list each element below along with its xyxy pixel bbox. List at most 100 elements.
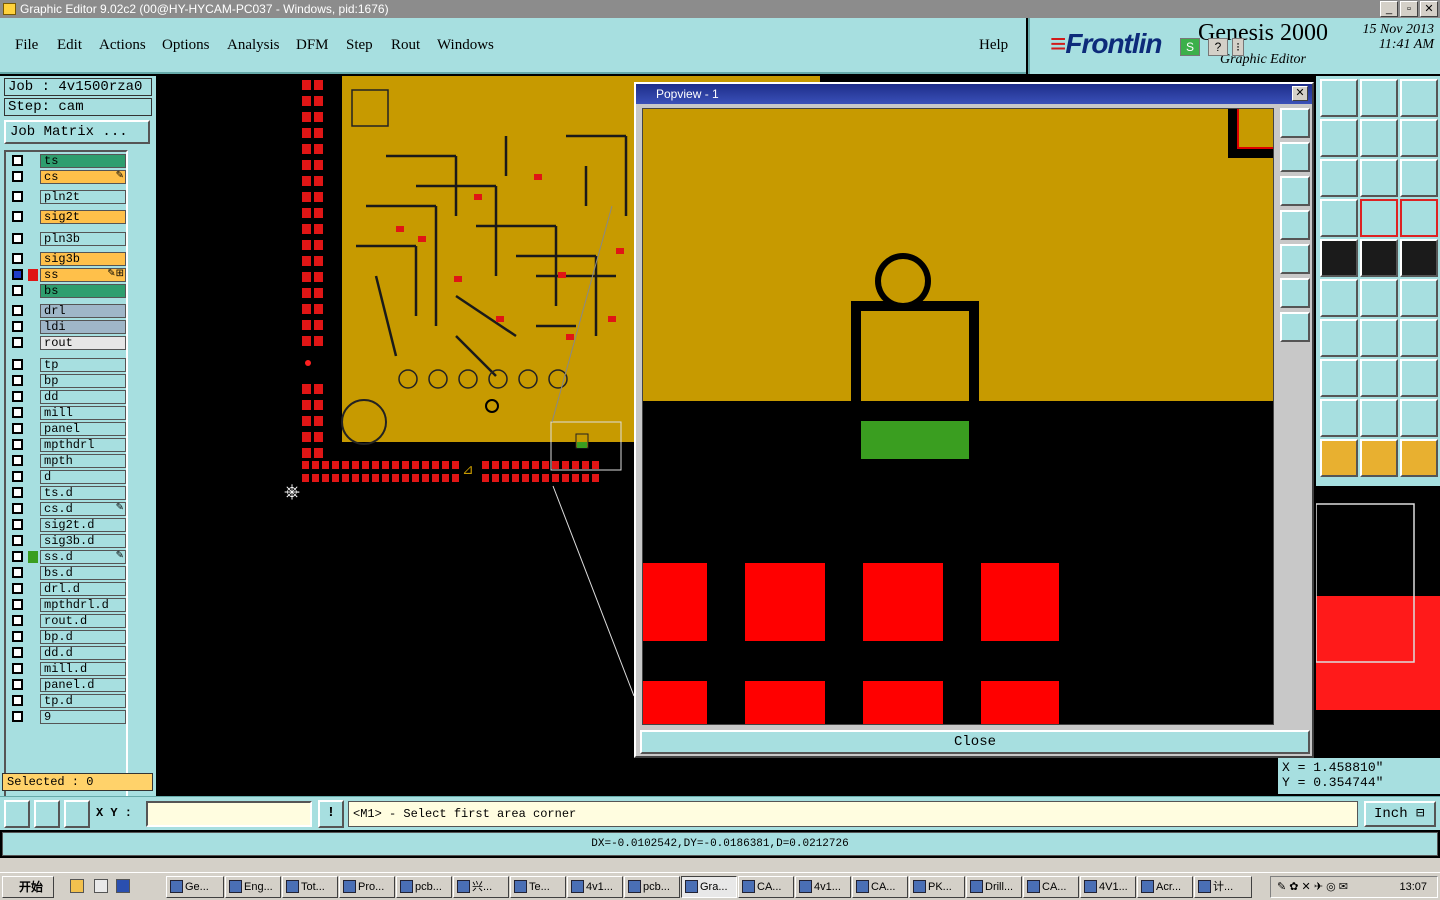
layer-checkbox[interactable]	[12, 423, 23, 434]
popview-close-button[interactable]: Close	[640, 730, 1310, 754]
layer-row-ts-d[interactable]: ts.d	[8, 486, 126, 500]
layer-row-sig3b[interactable]: sig3b	[8, 252, 126, 266]
layer-name[interactable]: drl	[40, 304, 126, 318]
layer-checkbox[interactable]	[12, 535, 23, 546]
layer-row-sig2t[interactable]: sig2t	[8, 210, 126, 224]
layer-name[interactable]: mpthdrl.d	[40, 598, 126, 612]
ruler-icon[interactable]	[1360, 239, 1398, 277]
layer-checkbox[interactable]	[12, 321, 23, 332]
close-window-button[interactable]: ✕	[1420, 1, 1438, 17]
layer-name[interactable]: rout.d	[40, 614, 126, 628]
layer-row-tp[interactable]: tp	[8, 358, 126, 372]
s-icon[interactable]: S	[1180, 38, 1200, 56]
layer-checkbox[interactable]	[12, 519, 23, 530]
layer-name[interactable]: cs.d	[40, 502, 126, 516]
measure-icon[interactable]	[34, 800, 60, 828]
layer-name[interactable]: tp	[40, 358, 126, 372]
layer-checkbox[interactable]	[12, 599, 23, 610]
grid-icon[interactable]	[64, 800, 90, 828]
menu-dfm[interactable]: DFM	[296, 37, 329, 54]
stack-icon[interactable]	[1400, 119, 1438, 157]
zoom-in-icon[interactable]	[1280, 278, 1310, 308]
taskbar-item[interactable]: CA...	[1023, 876, 1079, 898]
layer-name[interactable]: ldi	[40, 320, 126, 334]
layer-row-ts[interactable]: ts	[8, 154, 126, 168]
tray-icons[interactable]: ✎ ✿ ✕ ✈ ◎ ✉	[1277, 877, 1348, 897]
help-icon[interactable]	[1400, 159, 1438, 197]
help-query-icon[interactable]: ?	[1208, 38, 1228, 56]
layer-row-mpthdrl-d[interactable]: mpthdrl.d	[8, 598, 126, 612]
layer-checkbox[interactable]	[12, 391, 23, 402]
text-a-icon[interactable]	[1320, 399, 1358, 437]
menu-help[interactable]: Help	[979, 37, 1008, 54]
layer-name[interactable]: dd.d	[40, 646, 126, 660]
layer-row-dd[interactable]: dd	[8, 390, 126, 404]
job-matrix-button[interactable]: Job Matrix ...	[4, 120, 150, 144]
layer-row-mill-d[interactable]: mill.d	[8, 662, 126, 676]
layer-name[interactable]: d	[40, 470, 126, 484]
layer-name[interactable]: tp.d	[40, 694, 126, 708]
taskbar-item[interactable]: Tot...	[282, 876, 338, 898]
layer-row-sig3b-d[interactable]: sig3b.d	[8, 534, 126, 548]
popview-title-bar[interactable]: Popview - 1 ✕	[636, 84, 1312, 104]
layer-checkbox[interactable]	[12, 337, 23, 348]
layer-checkbox[interactable]	[12, 171, 23, 182]
layer-row-dd-d[interactable]: dd.d	[8, 646, 126, 660]
zoom-fit-icon[interactable]	[1280, 108, 1310, 138]
text-a-italic-icon[interactable]	[1400, 399, 1438, 437]
layer-name[interactable]: sig2t	[40, 210, 126, 224]
layer-checkbox[interactable]	[12, 439, 23, 450]
range-icon[interactable]	[1360, 359, 1398, 397]
pan-right-icon[interactable]	[1280, 244, 1310, 274]
unit-selector[interactable]: Inch ⊟	[1364, 801, 1436, 827]
layer-name[interactable]: rout	[40, 336, 126, 350]
layer-checkbox[interactable]	[12, 551, 23, 562]
layer-row-bs[interactable]: bs	[8, 284, 126, 298]
menu-rout[interactable]: Rout	[391, 37, 420, 54]
cross-icon[interactable]	[1320, 279, 1358, 317]
window-title-bar[interactable]: Graphic Editor 9.02c2 (00@HY-HYCAM-PC037…	[0, 0, 1440, 18]
taskbar-item[interactable]: PK...	[909, 876, 965, 898]
layer-row-drl-d[interactable]: drl.d	[8, 582, 126, 596]
layer-checkbox[interactable]	[12, 269, 23, 280]
route-icon[interactable]	[1400, 439, 1438, 477]
layer-checkbox[interactable]	[12, 695, 23, 706]
menu-analysis[interactable]: Analysis	[227, 37, 280, 54]
select-icon[interactable]	[1360, 439, 1398, 477]
layer-row-panel[interactable]: panel	[8, 422, 126, 436]
popview-close-icon[interactable]: ✕	[1292, 86, 1308, 101]
taskbar-item[interactable]: 4v1...	[795, 876, 851, 898]
popview-window[interactable]: Popview - 1 ✕ Close	[634, 82, 1314, 758]
layer-checkbox[interactable]	[12, 567, 23, 578]
layer-name[interactable]: mill.d	[40, 662, 126, 676]
layer-name[interactable]: ts	[40, 154, 126, 168]
layer-list[interactable]: ts cs ✎ pln2t sig2t pln3b sig3b ss ✎⊞ bs drl ldi rou…	[4, 150, 128, 814]
layer-name[interactable]: panel	[40, 422, 126, 436]
layer-checkbox[interactable]	[12, 583, 23, 594]
menu-actions[interactable]: Actions	[99, 37, 146, 54]
layer-checkbox[interactable]	[12, 211, 23, 222]
layer-checkbox[interactable]	[12, 615, 23, 626]
line-node-icon[interactable]	[1360, 279, 1398, 317]
rotate-icon[interactable]	[1360, 319, 1398, 357]
quicklaunch-desktop-icon[interactable]	[94, 879, 108, 893]
taskbar-item[interactable]: Pro...	[339, 876, 395, 898]
layer-row-rout[interactable]: rout	[8, 336, 126, 350]
taskbar-item[interactable]: CA...	[738, 876, 794, 898]
flip-icon[interactable]	[1360, 119, 1398, 157]
minimize-button[interactable]: _	[1380, 1, 1398, 17]
layer-row-ss[interactable]: ss ✎⊞	[8, 268, 126, 282]
taskbar-item[interactable]: Acr...	[1137, 876, 1193, 898]
taskbar-item[interactable]: Te...	[510, 876, 566, 898]
layer-row-mpth[interactable]: mpth	[8, 454, 126, 468]
layer-name[interactable]: cs	[40, 170, 126, 184]
layer-checkbox[interactable]	[12, 631, 23, 642]
maximize-button[interactable]: ▫	[1400, 1, 1418, 17]
layer-row-d[interactable]: d	[8, 470, 126, 484]
taskbar-item[interactable]: pcb...	[624, 876, 680, 898]
layer-checkbox[interactable]	[12, 253, 23, 264]
layer-row-mpthdrl[interactable]: mpthdrl	[8, 438, 126, 452]
layer-name[interactable]: bs.d	[40, 566, 126, 580]
pan-left-icon[interactable]	[1280, 210, 1310, 240]
pan-up-icon[interactable]	[1280, 142, 1310, 172]
